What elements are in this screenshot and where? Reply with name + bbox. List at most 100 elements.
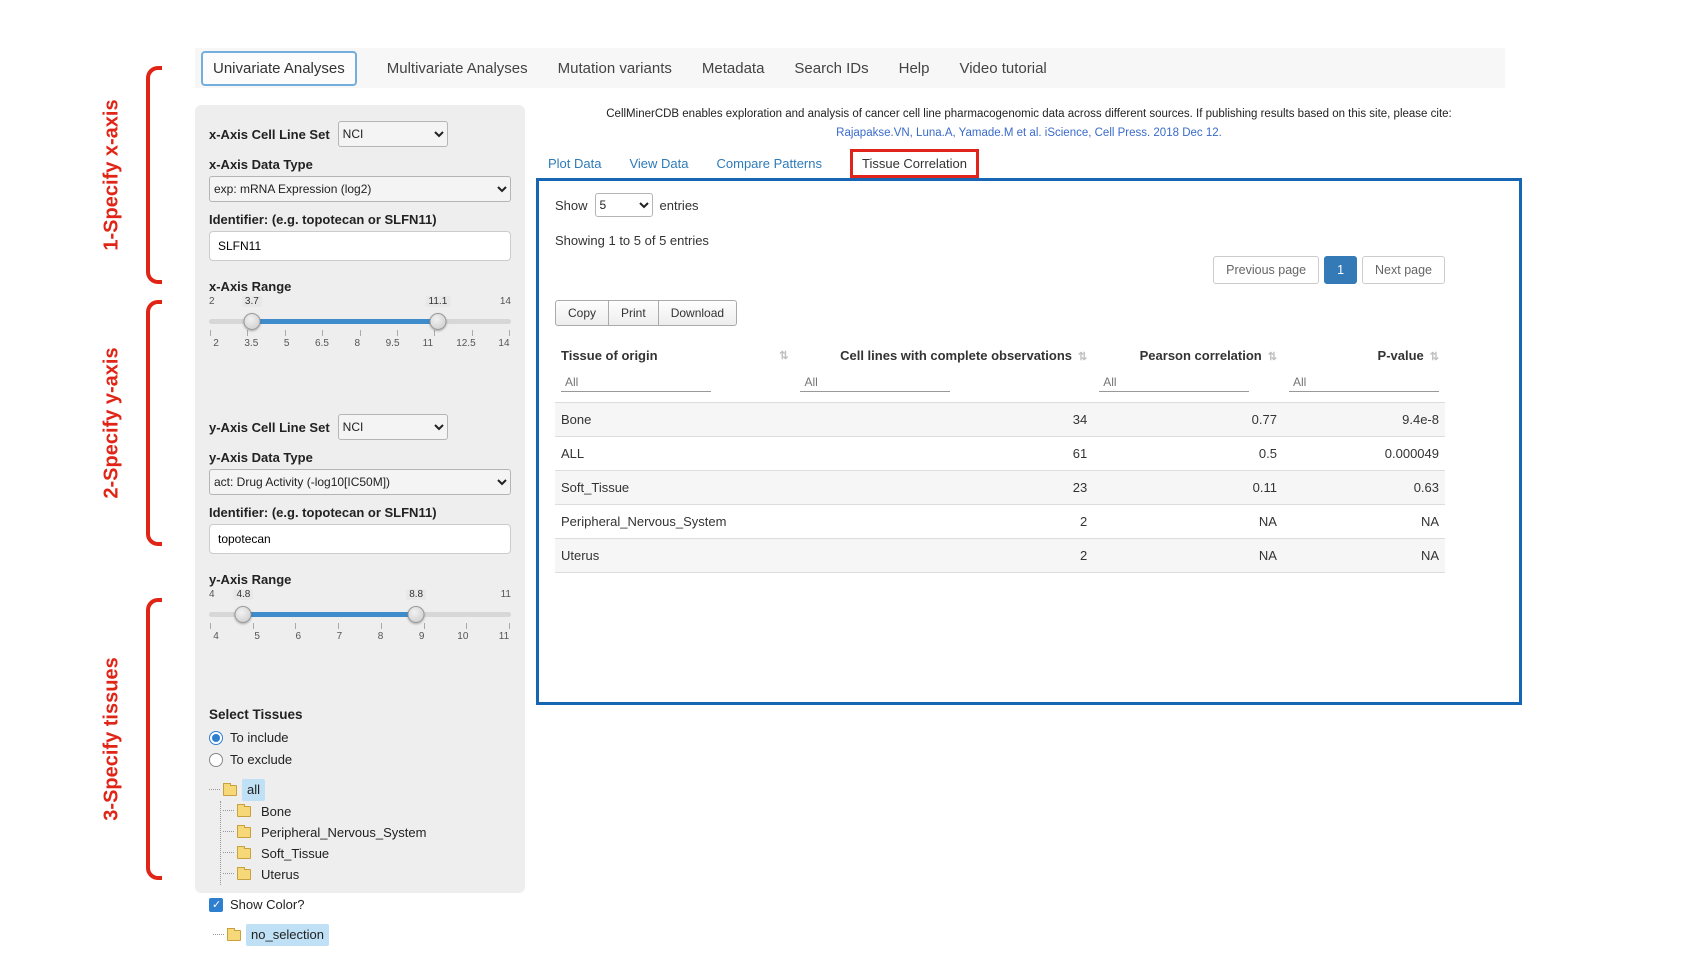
tab-video-tutorial[interactable]: Video tutorial (959, 60, 1046, 77)
tab-help[interactable]: Help (899, 60, 930, 77)
tree-node-no-selection-label[interactable]: no_selection (246, 924, 329, 946)
cell-count: 23 (794, 471, 1093, 505)
table-row[interactable]: Peripheral_Nervous_System 2 NA NA (555, 505, 1445, 539)
x-slider-labels: 2 3.7 11.1 14 (209, 296, 511, 312)
y-data-type-select[interactable]: act: Drug Activity (-log10[IC50M]) (209, 469, 511, 495)
tissue-correlation-panel: Show 5 entries Showing 1 to 5 of 5 entri… (536, 178, 1522, 705)
y-slider-ticks: 4567891011 (209, 631, 511, 642)
cell-tissue: ALL (555, 437, 794, 471)
col-header-cell-lines[interactable]: Cell lines with complete observations⇅ (794, 340, 1093, 371)
page: 1-Specify x-axis 2-Specify y-axis 3-Spec… (0, 0, 1700, 956)
table-row[interactable]: Uterus 2 NA NA (555, 539, 1445, 573)
cell-p-value: 9.4e-8 (1283, 403, 1445, 437)
show-color-checkbox[interactable] (209, 898, 223, 912)
citation-reference-link[interactable]: Rajapakse.VN, Luna.A, Yamade.M et al. iS… (540, 125, 1518, 142)
sort-icon[interactable]: ⇅ (779, 349, 788, 362)
citation: CellMinerCDB enables exploration and ana… (540, 106, 1518, 141)
x-slider-handle-from[interactable] (243, 313, 260, 330)
tree-node-bone-label[interactable]: Bone (256, 801, 296, 822)
subtab-view-data[interactable]: View Data (629, 156, 688, 171)
table-header-row: Tissue of origin⇅ Cell lines with comple… (555, 340, 1445, 371)
filter-tissue-input[interactable] (561, 373, 711, 392)
x-slider-max: 14 (500, 296, 511, 307)
show-color-option[interactable]: Show Color? (209, 897, 511, 912)
cell-p-value: NA (1283, 505, 1445, 539)
cell-count: 2 (794, 505, 1093, 539)
tree-node-uterus[interactable]: Uterus (221, 864, 511, 885)
radio-exclude-icon[interactable] (209, 753, 223, 767)
y-slider-handle-to[interactable] (408, 606, 425, 623)
subtab-tissue-correlation[interactable]: Tissue Correlation (850, 149, 979, 178)
no-selection-tree: no_selection (213, 924, 511, 946)
table-row[interactable]: Soft_Tissue 23 0.11 0.63 (555, 471, 1445, 505)
tree-node-bone[interactable]: Bone (221, 801, 511, 822)
tree-node-no-selection[interactable]: no_selection (213, 924, 511, 946)
col-header-pearson-correlation[interactable]: Pearson correlation⇅ (1093, 340, 1283, 371)
tissue-correlation-table: Tissue of origin⇅ Cell lines with comple… (555, 340, 1445, 573)
print-button[interactable]: Print (608, 300, 659, 326)
table-row[interactable]: ALL 61 0.5 0.000049 (555, 437, 1445, 471)
download-button[interactable]: Download (658, 300, 737, 326)
step1-label: 1-Specify x-axis (101, 99, 124, 250)
tree-node-soft-tissue[interactable]: Soft_Tissue (221, 843, 511, 864)
tree-node-pns-label[interactable]: Peripheral_Nervous_System (256, 822, 431, 843)
x-slider-track[interactable] (209, 312, 511, 330)
sort-icon[interactable]: ⇅ (1078, 351, 1087, 363)
radio-include-icon[interactable] (209, 731, 223, 745)
next-page-button[interactable]: Next page (1362, 256, 1445, 284)
y-slider-max: 11 (501, 589, 511, 600)
show-entries-select[interactable]: 5 (595, 193, 653, 217)
cell-count: 2 (794, 539, 1093, 573)
cell-tissue: Uterus (555, 539, 794, 573)
subtab-plot-data[interactable]: Plot Data (548, 156, 601, 171)
sidebar: x-Axis Cell Line Set NCI x-Axis Data Typ… (195, 105, 525, 893)
export-button-group: Copy Print Download (555, 300, 737, 326)
col-header-p-value[interactable]: P-value⇅ (1283, 340, 1445, 371)
y-cell-line-set-select[interactable]: NCI (338, 414, 448, 440)
cell-pearson: 0.11 (1093, 471, 1283, 505)
filter-p-value-input[interactable] (1289, 373, 1439, 392)
x-slider-handle-to[interactable] (429, 313, 446, 330)
x-data-type-select[interactable]: exp: mRNA Expression (log2) (209, 176, 511, 202)
y-identifier-input[interactable] (209, 524, 511, 554)
sort-icon[interactable]: ⇅ (1268, 351, 1277, 363)
tree-node-all-label[interactable]: all (242, 779, 265, 801)
tree-node-soft-tissue-label[interactable]: Soft_Tissue (256, 843, 334, 864)
y-slider-handle-from[interactable] (235, 606, 252, 623)
folder-icon (237, 848, 251, 859)
top-navbar: Univariate Analyses Multivariate Analyse… (195, 48, 1505, 88)
x-range-slider[interactable]: 2 3.7 11.1 14 23.556.589.51112.514 (209, 296, 511, 358)
tree-node-peripheral-nervous-system[interactable]: Peripheral_Nervous_System (221, 822, 511, 843)
tab-metadata[interactable]: Metadata (702, 60, 765, 77)
y-identifier-label: Identifier: (e.g. topotecan or SLFN11) (209, 505, 511, 520)
tab-multivariate-analyses[interactable]: Multivariate Analyses (387, 60, 528, 77)
filter-pearson-input[interactable] (1099, 373, 1249, 392)
x-cell-line-set-select[interactable]: NCI (338, 121, 448, 147)
tissues-include-option[interactable]: To include (209, 730, 511, 745)
table-row[interactable]: Bone 34 0.77 9.4e-8 (555, 403, 1445, 437)
x-data-type-label: x-Axis Data Type (209, 157, 511, 172)
x-identifier-input[interactable] (209, 231, 511, 261)
y-slider-track[interactable] (209, 605, 511, 623)
page-1-button[interactable]: 1 (1324, 256, 1357, 284)
tissues-exclude-option[interactable]: To exclude (209, 752, 511, 767)
previous-page-button[interactable]: Previous page (1213, 256, 1319, 284)
y-slider-to: 8.8 (406, 589, 426, 600)
citation-text: CellMinerCDB enables exploration and ana… (540, 106, 1518, 123)
tree-node-uterus-label[interactable]: Uterus (256, 864, 304, 885)
sort-icon[interactable]: ⇅ (1430, 351, 1439, 363)
col-header-tissue-of-origin[interactable]: Tissue of origin⇅ (555, 340, 794, 371)
showing-entries-text: Showing 1 to 5 of 5 entries (555, 233, 1503, 248)
tab-mutation-variants[interactable]: Mutation variants (558, 60, 672, 77)
subtab-compare-patterns[interactable]: Compare Patterns (717, 156, 823, 171)
folder-icon (237, 827, 251, 838)
tab-univariate-analyses[interactable]: Univariate Analyses (201, 51, 357, 86)
tree-node-all[interactable]: all (209, 779, 511, 801)
step2-label: 2-Specify y-axis (101, 347, 124, 498)
cell-count: 61 (794, 437, 1093, 471)
tab-search-ids[interactable]: Search IDs (794, 60, 868, 77)
y-slider-labels: 4 4.8 8.8 11 (209, 589, 511, 605)
filter-cell-lines-input[interactable] (800, 373, 950, 392)
copy-button[interactable]: Copy (555, 300, 609, 326)
y-range-slider[interactable]: 4 4.8 8.8 11 4567891011 (209, 589, 511, 651)
